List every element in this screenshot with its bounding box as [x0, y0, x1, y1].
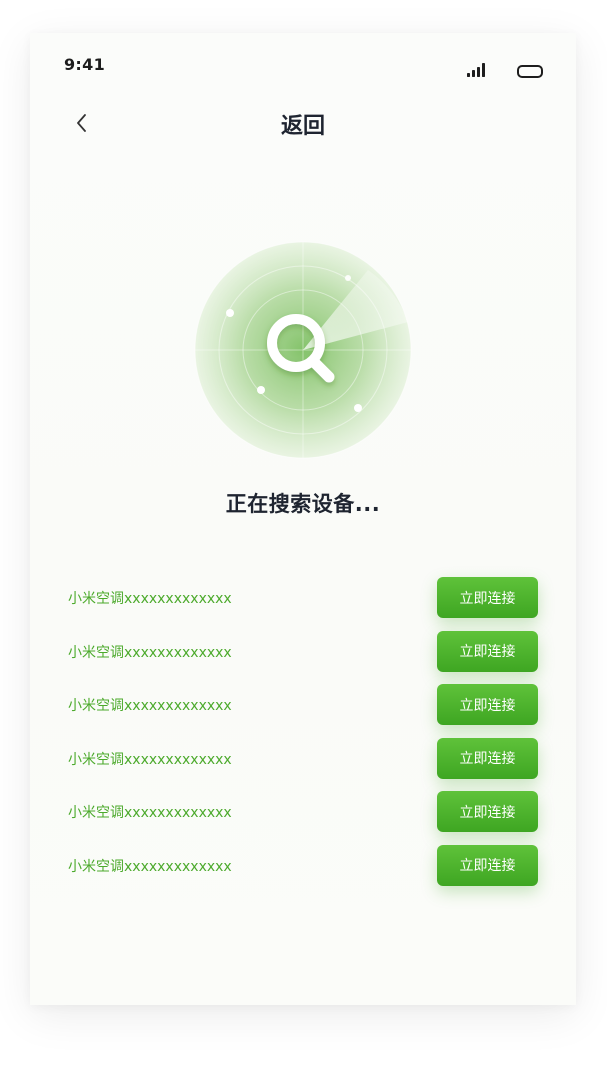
battery-icon [517, 65, 543, 78]
device-row: 小米空调xxxxxxxxxxxxx 立即连接 [30, 684, 576, 738]
device-row: 小米空调xxxxxxxxxxxxx 立即连接 [30, 791, 576, 845]
device-row: 小米空调xxxxxxxxxxxxx 立即连接 [30, 577, 576, 631]
connect-button[interactable]: 立即连接 [437, 577, 538, 618]
device-name: 小米空调xxxxxxxxxxxxx [68, 591, 232, 607]
device-row: 小米空调xxxxxxxxxxxxx 立即连接 [30, 737, 576, 792]
connect-button[interactable]: 立即连接 [437, 791, 538, 832]
connect-button[interactable]: 立即连接 [437, 630, 538, 672]
device-name: 小米空调xxxxxxxxxxxxx [68, 751, 232, 768]
connect-button[interactable]: 立即连接 [437, 684, 538, 725]
device-name: 小米空调xxxxxxxxxxxxx [68, 805, 232, 821]
device-name: 小米空调xxxxxxxxxxxxx [68, 858, 232, 875]
device-row: 小米空调xxxxxxxxxxxxx 立即连接 [30, 630, 576, 685]
connect-button[interactable]: 立即连接 [437, 844, 538, 886]
device-row: 小米空调xxxxxxxxxxxxx 立即连接 [30, 844, 576, 899]
radar-graphic [194, 241, 412, 459]
phone-screen: 9:41 返回 正在搜索设备... 小米空调xxxxxxxxxxxxx 立即连接… [30, 33, 576, 1005]
connect-button[interactable]: 立即连接 [437, 737, 538, 779]
signal-icon [467, 63, 485, 77]
device-list: 小米空调xxxxxxxxxxxxx 立即连接 小米空调xxxxxxxxxxxxx… [30, 577, 576, 898]
status-time: 9:41 [64, 55, 105, 74]
page-title: 返回 [280, 114, 325, 139]
device-name: 小米空调xxxxxxxxxxxxx [68, 698, 232, 714]
device-name: 小米空调xxxxxxxxxxxxx [68, 644, 232, 661]
searching-status: 正在搜索设备... [225, 492, 381, 516]
